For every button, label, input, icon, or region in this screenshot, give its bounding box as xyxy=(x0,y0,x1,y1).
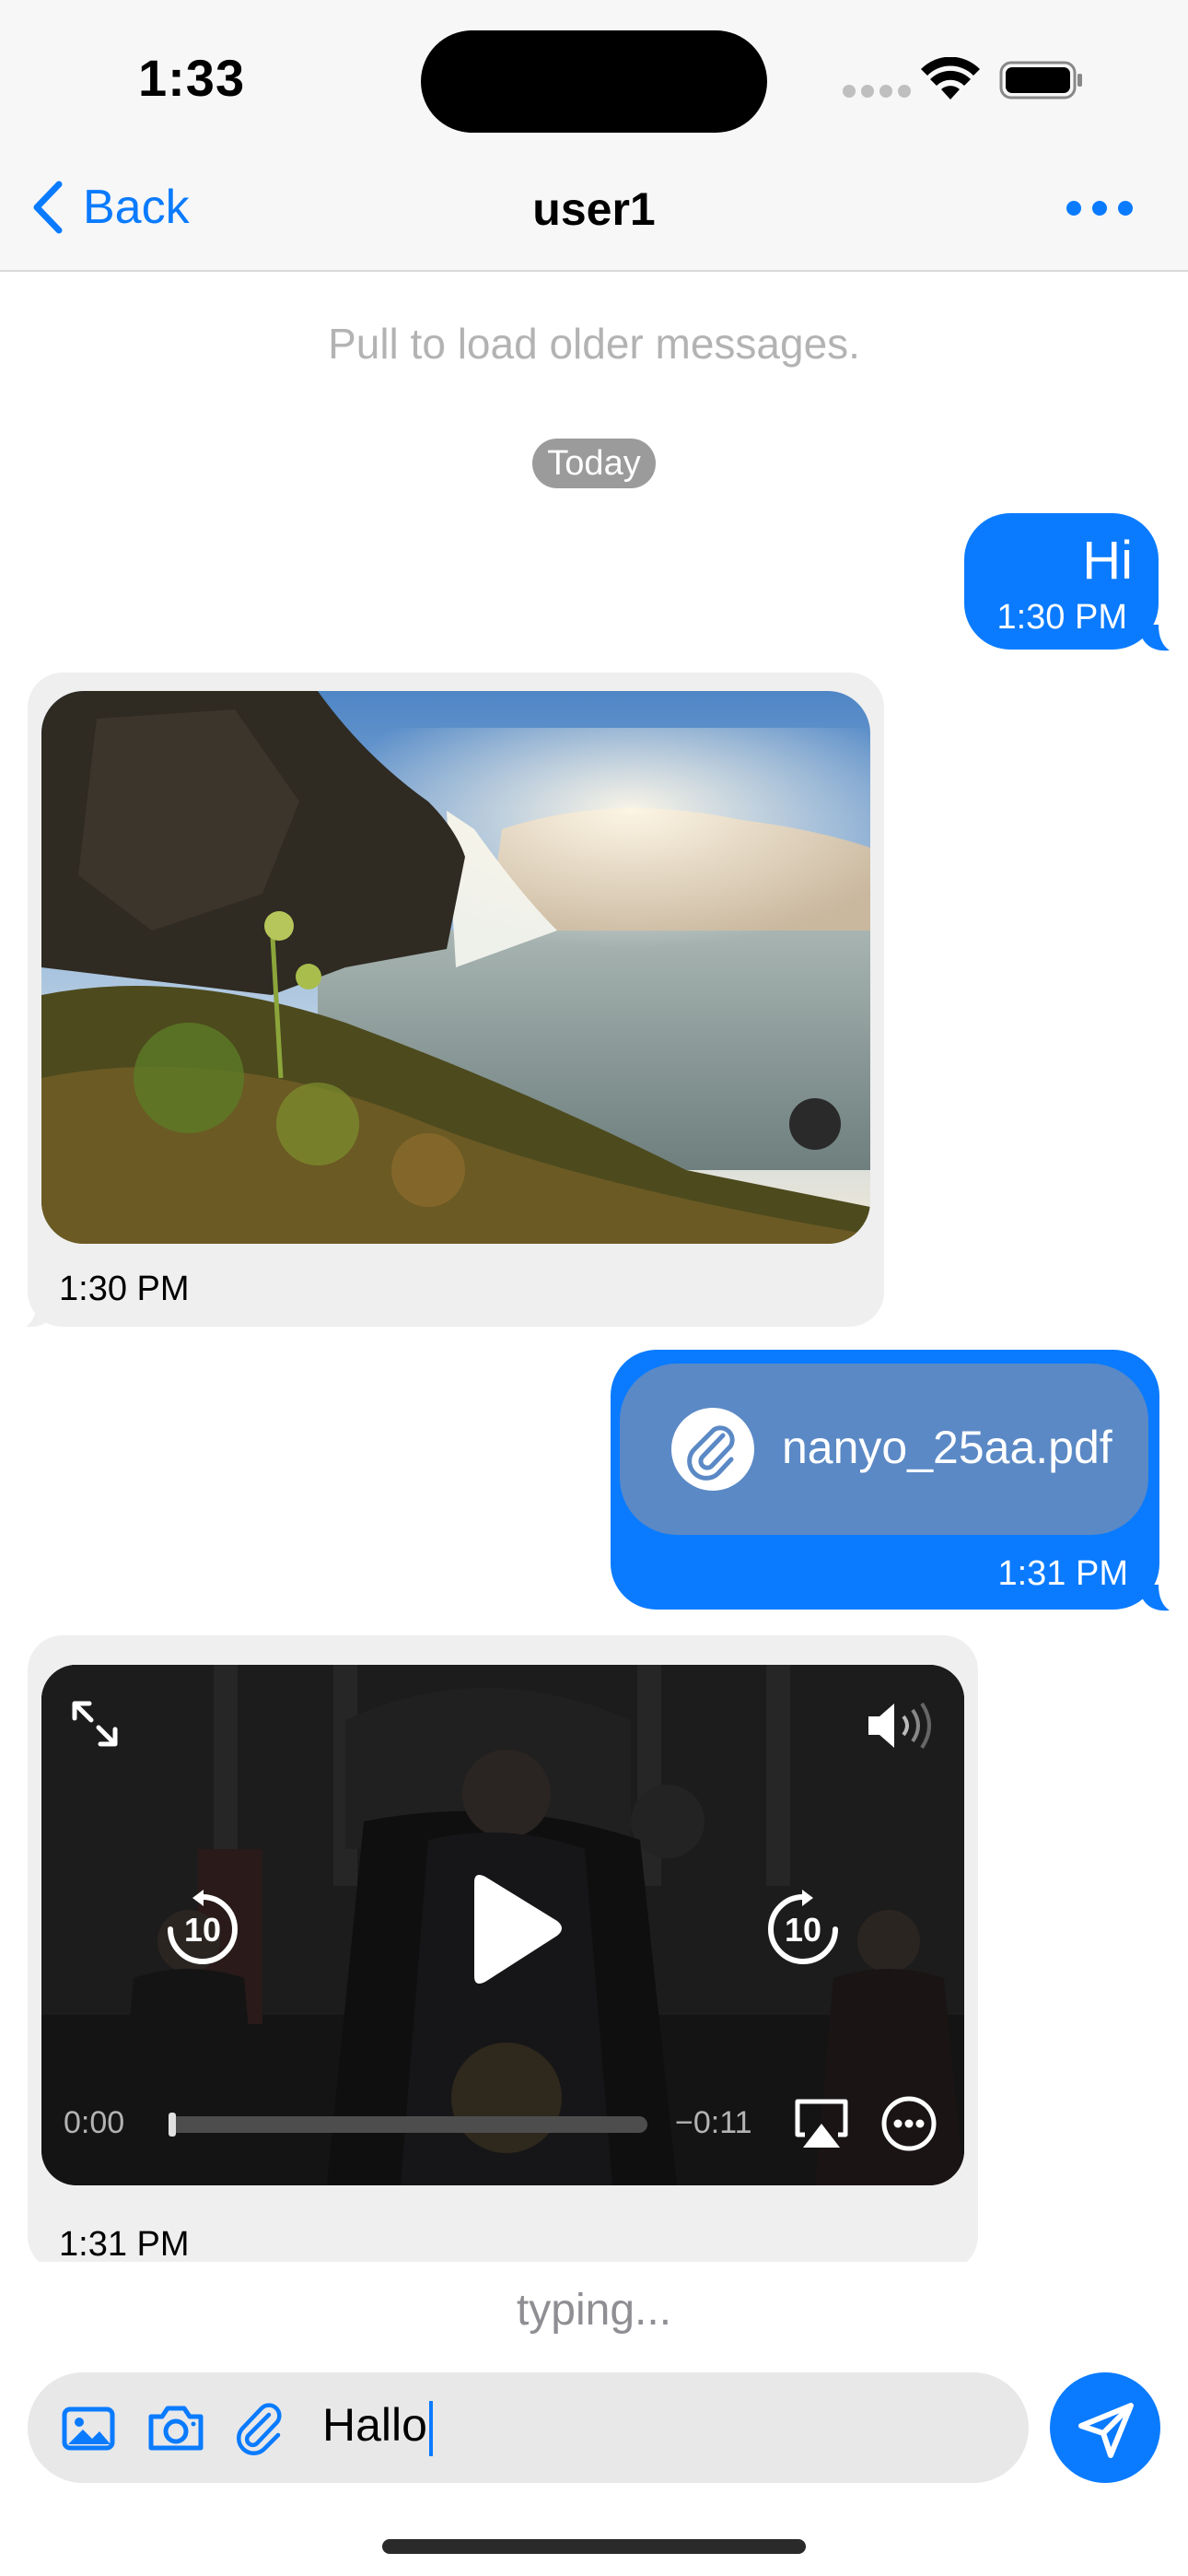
message-time: 1:31 PM xyxy=(997,1554,1128,1593)
waterfall-photo[interactable] xyxy=(41,691,870,1244)
video-remaining: −0:11 xyxy=(675,2105,752,2140)
forward-10-icon[interactable]: 10 xyxy=(762,1886,844,1969)
wifi-icon xyxy=(921,57,980,100)
date-separator: Today xyxy=(532,439,656,488)
message-text: Hi xyxy=(1082,531,1133,591)
video-player[interactable]: 10 10 0:00 −0:11 xyxy=(41,1665,964,2185)
svg-text:10: 10 xyxy=(785,1911,821,1949)
message-input-value: Hallo xyxy=(322,2399,427,2451)
airplay-icon[interactable] xyxy=(792,2096,851,2151)
incoming-image-message[interactable]: 1:30 PM xyxy=(28,673,884,1327)
fullscreen-icon[interactable] xyxy=(67,1696,122,1751)
volume-icon[interactable] xyxy=(863,1698,942,1753)
send-icon xyxy=(1078,2403,1134,2458)
load-older-hint[interactable]: Pull to load older messages. xyxy=(0,319,1188,369)
bubble-tail xyxy=(26,1301,53,1328)
play-icon[interactable] xyxy=(456,1869,566,1989)
home-indicator xyxy=(382,2539,806,2554)
video-scrubber[interactable] xyxy=(169,2113,176,2137)
file-name: nanyo_25aa.pdf xyxy=(782,1422,1112,1473)
bubble-tail xyxy=(1142,625,1170,651)
camera-icon[interactable] xyxy=(146,2400,206,2455)
video-elapsed: 0:00 xyxy=(64,2105,125,2140)
rewind-10-icon[interactable]: 10 xyxy=(161,1886,244,1969)
typing-indicator: typing... xyxy=(516,2286,672,2335)
photo-icon[interactable] xyxy=(61,2400,116,2455)
message-time: 1:30 PM xyxy=(996,598,1127,637)
message-time: 1:31 PM xyxy=(59,2225,190,2264)
battery-icon xyxy=(999,61,1082,100)
message-input[interactable]: Hallo xyxy=(322,2398,433,2456)
cellular-signal-icon xyxy=(843,85,911,98)
video-progress-bar[interactable] xyxy=(169,2116,647,2133)
message-time: 1:30 PM xyxy=(59,1270,190,1308)
status-time: 1:33 xyxy=(138,49,246,107)
options-icon[interactable] xyxy=(879,2094,938,2153)
outgoing-file-message[interactable]: nanyo_25aa.pdf 1:31 PM xyxy=(611,1350,1159,1610)
send-button[interactable] xyxy=(1050,2372,1160,2483)
outgoing-text-message[interactable]: Hi 1:30 PM xyxy=(964,513,1159,650)
paperclip-icon xyxy=(671,1408,754,1491)
text-caret xyxy=(428,2400,433,2456)
bubble-tail xyxy=(1142,1585,1170,1611)
dynamic-island xyxy=(421,30,767,133)
svg-text:10: 10 xyxy=(184,1911,221,1949)
navigation-bar: 1:33 Back user1 xyxy=(0,0,1188,272)
chat-title: user1 xyxy=(532,183,656,235)
incoming-video-message[interactable]: 10 10 0:00 −0:11 1:31 PM xyxy=(28,1635,978,2271)
more-icon[interactable] xyxy=(1066,201,1133,216)
paperclip-icon[interactable] xyxy=(232,2400,287,2455)
file-attachment[interactable]: nanyo_25aa.pdf xyxy=(620,1364,1148,1535)
message-composer[interactable]: Hallo xyxy=(28,2372,1029,2483)
